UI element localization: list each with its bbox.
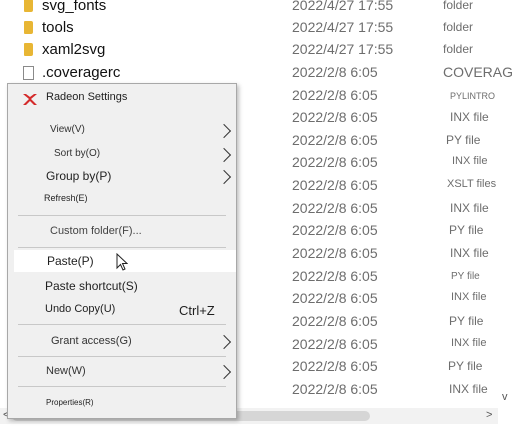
menu-item-paste-shortcut[interactable]: Paste shortcut(S) xyxy=(8,275,236,297)
file-date: 2022/2/8 6:05 xyxy=(292,177,378,193)
file-type: INX file xyxy=(450,110,489,124)
file-date: 2022/2/8 6:05 xyxy=(292,336,378,352)
file-type: PY file xyxy=(449,223,484,237)
file-name: .coveragerc xyxy=(42,64,121,81)
menu-separator xyxy=(18,215,226,216)
file-name: tools xyxy=(42,19,74,36)
file-date: 2022/2/8 6:05 xyxy=(292,200,378,216)
file-type: INX file xyxy=(450,246,489,260)
file-row[interactable]: tools 2022/4/27 17:55 folder xyxy=(0,17,515,39)
menu-item-paste[interactable]: Paste(P) xyxy=(14,250,236,272)
file-type: XSLT files xyxy=(447,178,497,190)
file-date: 2022/2/8 6:05 xyxy=(292,268,378,284)
context-menu: Radeon Settings View(V) Sort by(O) Group… xyxy=(7,83,237,419)
file-date: 2022/4/27 17:55 xyxy=(292,0,394,13)
folder-icon xyxy=(24,0,33,12)
menu-separator xyxy=(18,356,226,357)
menu-separator xyxy=(18,386,226,387)
file-type: INX file xyxy=(451,337,487,349)
menu-item-label: New(W) xyxy=(46,365,86,377)
menu-item-undo-copy[interactable]: Undo Copy(U) Ctrl+Z xyxy=(8,299,236,321)
menu-item-label: Properties(R) xyxy=(46,398,94,407)
file-name: svg_fonts xyxy=(42,0,107,14)
menu-item-sort-by[interactable]: Sort by(O) xyxy=(8,143,236,165)
file-type: folder xyxy=(443,0,474,12)
file-type: PYLINTRO xyxy=(450,91,496,101)
document-icon xyxy=(23,66,34,80)
menu-item-grant-access[interactable]: Grant access(G) xyxy=(8,330,236,352)
menu-item-label: Custom folder(F)... xyxy=(50,225,142,237)
chevron-right-icon xyxy=(216,364,232,380)
mouse-cursor-icon xyxy=(116,253,128,271)
menu-item-properties[interactable]: Properties(R) xyxy=(8,392,236,414)
menu-item-label: Grant access(G) xyxy=(51,335,132,347)
chevron-right-icon xyxy=(216,169,232,185)
menu-separator xyxy=(18,247,226,248)
chevron-right-icon xyxy=(216,123,232,139)
menu-item-custom-folder[interactable]: Custom folder(F)... xyxy=(8,220,236,242)
file-type: INX file xyxy=(451,291,487,303)
file-date: 2022/2/8 6:05 xyxy=(292,132,378,148)
file-date: 2022/4/27 17:55 xyxy=(292,19,394,35)
file-date: 2022/2/8 6:05 xyxy=(292,87,378,103)
file-type: PY file xyxy=(446,133,481,147)
chevron-right-icon xyxy=(216,147,232,163)
file-date: 2022/2/8 6:05 xyxy=(292,109,378,125)
file-date: 2022/2/8 6:05 xyxy=(292,154,378,170)
menu-item-shortcut: Ctrl+Z xyxy=(179,303,215,318)
file-row[interactable]: .coveragerc 2022/2/8 6:05 COVERAG xyxy=(0,62,515,84)
file-date: 2022/2/8 6:05 xyxy=(292,222,378,238)
menu-item-label: View(V) xyxy=(50,124,85,135)
file-row[interactable]: xaml2svg 2022/4/27 17:55 folder xyxy=(0,39,515,61)
file-date: 2022/2/8 6:05 xyxy=(292,245,378,261)
file-type: INX file xyxy=(452,155,488,167)
file-name: xaml2svg xyxy=(42,41,106,58)
menu-item-label: Paste shortcut(S) xyxy=(45,279,138,293)
menu-item-label: Radeon Settings xyxy=(46,91,128,103)
menu-item-label: Undo Copy(U) xyxy=(45,303,116,315)
file-date: 2022/4/27 17:55 xyxy=(292,41,394,57)
file-type: PY file xyxy=(448,359,483,373)
file-date: 2022/2/8 6:05 xyxy=(292,381,378,397)
menu-item-view[interactable]: View(V) xyxy=(8,119,236,141)
folder-icon xyxy=(24,43,33,56)
file-date: 2022/2/8 6:05 xyxy=(292,290,378,306)
chevron-right-icon xyxy=(216,334,232,350)
file-type: COVERAG xyxy=(443,64,514,80)
file-type: folder xyxy=(443,20,474,34)
menu-item-label: Group by(P) xyxy=(46,169,112,183)
file-date: 2022/2/8 6:05 xyxy=(292,64,378,80)
scroll-down-icon[interactable]: v xyxy=(502,391,508,403)
menu-item-group-by[interactable]: Group by(P) xyxy=(8,165,236,187)
menu-item-radeon-settings[interactable]: Radeon Settings xyxy=(8,87,236,109)
file-type: folder xyxy=(443,42,474,56)
file-type: INX file xyxy=(449,382,488,396)
file-type: INX file xyxy=(450,201,489,215)
menu-item-new[interactable]: New(W) xyxy=(8,360,236,382)
folder-icon xyxy=(24,21,33,34)
menu-separator xyxy=(18,324,226,325)
file-type: PY file xyxy=(449,314,484,328)
menu-item-label: Sort by(O) xyxy=(54,148,101,159)
radeon-icon xyxy=(23,94,37,105)
menu-item-label: Refresh(E) xyxy=(44,193,88,203)
menu-item-label: Paste(P) xyxy=(47,254,94,268)
menu-item-refresh[interactable]: Refresh(E) xyxy=(8,189,236,211)
file-row[interactable]: svg_fonts 2022/4/27 17:55 folder xyxy=(0,0,515,17)
file-type: PY file xyxy=(451,271,480,282)
scroll-right-icon[interactable]: > xyxy=(486,409,492,421)
file-date: 2022/2/8 6:05 xyxy=(292,313,378,329)
file-date: 2022/2/8 6:05 xyxy=(292,358,378,374)
